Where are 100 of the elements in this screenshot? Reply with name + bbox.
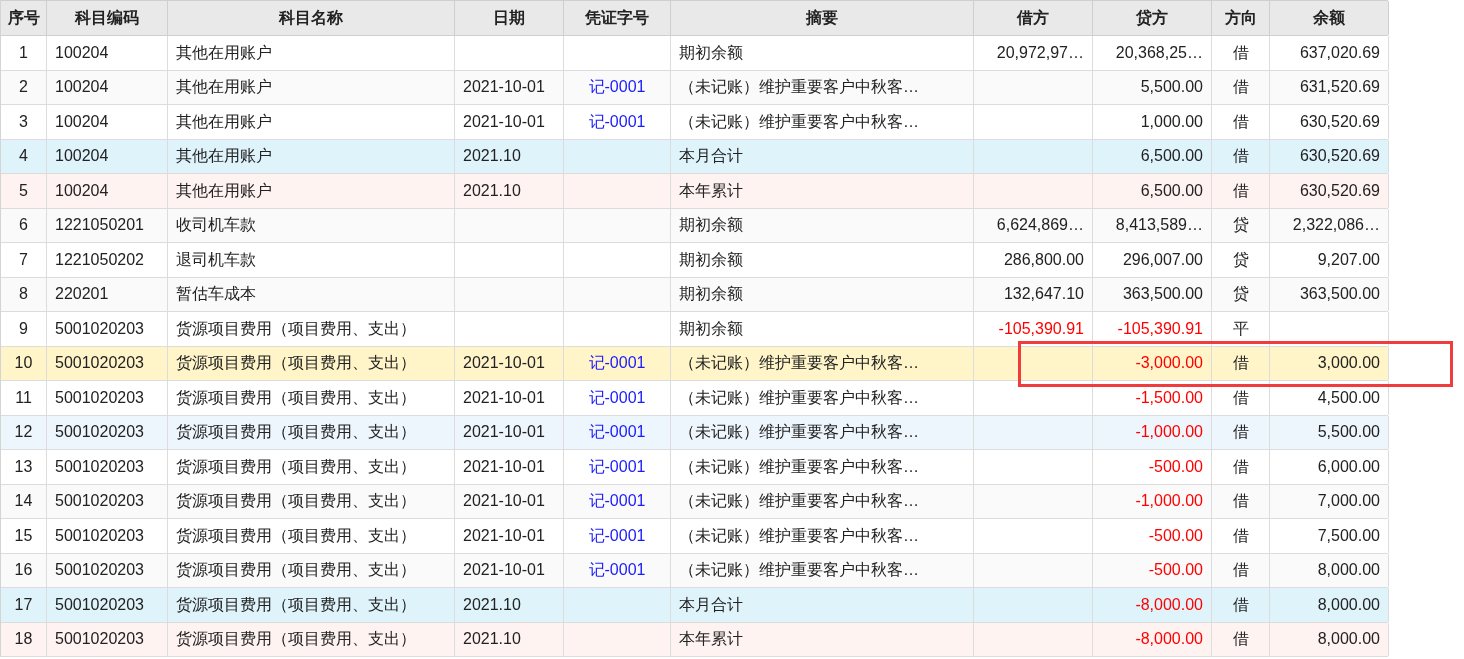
table-cell-text: -500.00 [1148,525,1203,546]
table-cell-text: 7 [19,249,28,270]
table-row[interactable]: 18 5001020203 货源项目费用（项目费用、支出） 2021.10 本年累计 -8,000.00 借 8,000.00 [1,622,1388,657]
voucher-link[interactable]: 记-0001 [588,558,646,583]
table-row[interactable]: 7 1221050202 退司机车款 期初余额 286,800.00 296,007.00 贷 9,207.00 [1,243,1388,278]
table-cell-text: （未记账）维护重要客户中秋客… [679,111,919,132]
table-cell-text: 暂估车成本 [176,284,256,305]
table-cell-text: 本年累计 [679,180,743,201]
column-header: 日期 [455,1,564,35]
table-cell-text: 货源项目费用（项目费用、支出） [176,525,416,546]
table-cell-text: 132,647.10 [1003,284,1084,305]
table-cell-text: 5,500.00 [1317,422,1380,443]
table-cell-text: 9,207.00 [1317,249,1380,270]
table-cell-text: 货源项目费用（项目费用、支出） [176,491,416,512]
voucher-link[interactable]: 记-0001 [588,454,646,479]
table-cell-text: 收司机车款 [176,215,256,236]
voucher-link[interactable]: 记-0001 [588,523,646,548]
table-row[interactable]: 3 100204 其他在用账户 2021-10-01 记-0001 （未记账）维护重要客户中秋客… 1,000.00 借 630,520.69 [1,105,1388,140]
column-header: 方向 [1212,1,1270,35]
table-row[interactable]: 12 5001020203 货源项目费用（项目费用、支出） 2021-10-01 记-0001 （未记账）维护重要客户中秋客… -1,000.00 借 5,500.00 [1,415,1388,450]
column-header: 摘要 [671,1,974,35]
table-cell-text: 贷 [1232,284,1249,305]
table-cell-text: 贷 [1232,215,1249,236]
table-cell-text: 退司机车款 [176,249,256,270]
table-cell-text: 借 [1232,594,1249,615]
table-cell-text: （未记账）维护重要客户中秋客… [679,560,919,581]
table-row[interactable]: 2 100204 其他在用账户 2021-10-01 记-0001 （未记账）维护重要客户中秋客… 5,500.00 借 631,520.69 [1,70,1388,105]
table-cell-text: 借 [1232,111,1249,132]
column-header: 科目编码 [47,1,168,35]
column-header: 凭证字号 [564,1,671,35]
voucher-link[interactable]: 记-0001 [588,420,646,445]
voucher-link[interactable]: 记-0001 [588,385,646,410]
table-cell-text: 2,322,086… [1292,215,1380,236]
table-cell-text: -1,000.00 [1135,491,1203,512]
table-row[interactable]: 15 5001020203 货源项目费用（项目费用、支出） 2021-10-01 记-0001 （未记账）维护重要客户中秋客… -500.00 借 7,500.00 [1,519,1388,554]
table-cell-text: 2021-10-01 [463,525,545,546]
table-cell-text: 5 [19,180,28,201]
table-row[interactable]: 4 100204 其他在用账户 2021.10 本月合计 6,500.00 借 630,520.69 [1,139,1388,174]
table-cell-text: 贷 [1232,249,1249,270]
table-cell-text: 16 [14,560,33,581]
voucher-link[interactable]: 记-0001 [588,351,646,376]
table-row[interactable]: 13 5001020203 货源项目费用（项目费用、支出） 2021-10-01 记-0001 （未记账）维护重要客户中秋客… -500.00 借 6,000.00 [1,450,1388,485]
table-cell-text: 借 [1232,422,1249,443]
table-cell-text: 630,520.69 [1299,180,1380,201]
table-cell-text: 2021-10-01 [463,560,545,581]
table-cell-text: -1,000.00 [1135,422,1203,443]
table-cell-text: 5001020203 [55,594,144,615]
table-row[interactable]: 5 100204 其他在用账户 2021.10 本年累计 6,500.00 借 630,520.69 [1,174,1388,209]
voucher-link[interactable]: 记-0001 [588,489,646,514]
table-row[interactable]: 8 220201 暂估车成本 期初余额 132,647.10 363,500.00 贷 363,500.00 [1,277,1388,312]
table-cell-text: 3,000.00 [1317,353,1380,374]
table-row[interactable]: 16 5001020203 货源项目费用（项目费用、支出） 2021-10-01 记-0001 （未记账）维护重要客户中秋客… -500.00 借 8,000.00 [1,553,1388,588]
table-cell-text: -500.00 [1148,560,1203,581]
table-cell-text: 631,520.69 [1299,77,1380,98]
table-cell-text: 7,000.00 [1317,491,1380,512]
table-cell-text: （未记账）维护重要客户中秋客… [679,353,919,374]
table-cell-text: 借 [1232,525,1249,546]
table-cell-text: 平 [1232,318,1249,339]
table-cell-text: 8,000.00 [1317,560,1380,581]
column-header: 序号 [1,1,47,35]
table-cell-text: 5001020203 [55,629,144,650]
table-cell-text: 本月合计 [679,594,743,615]
table-cell-text: 100204 [55,180,109,201]
voucher-link[interactable]: 记-0001 [588,75,646,100]
table-cell-text: 其他在用账户 [176,146,272,167]
table-cell-text: 14 [14,491,33,512]
table-cell-text: 2021-10-01 [463,387,545,408]
table-cell-text: 100204 [55,111,109,132]
table-cell-text: 5001020203 [55,422,144,443]
table-cell-text: -3,000.00 [1135,353,1203,374]
table-cell-text: 期初余额 [679,284,743,305]
table-row[interactable]: 9 5001020203 货源项目费用（项目费用、支出） 期初余额 -105,390.91 -105,390.91 平 [1,312,1388,347]
table-cell-text: 9 [19,318,28,339]
table-row[interactable]: 6 1221050201 收司机车款 期初余额 6,624,869… 8,413,589… 贷 2,322,086… [1,208,1388,243]
table-cell-text: 15 [14,525,33,546]
table-row[interactable]: 1 100204 其他在用账户 期初余额 20,972,97… 20,368,25… 借 637,020.69 [1,36,1388,71]
table-cell-text: （未记账）维护重要客户中秋客… [679,77,919,98]
table-cell-text: 17 [14,594,33,615]
table-cell-text: 借 [1232,180,1249,201]
table-cell-text: 货源项目费用（项目费用、支出） [176,629,416,650]
voucher-link[interactable]: 记-0001 [588,109,646,134]
table-cell-text: 其他在用账户 [176,42,272,63]
table-cell-text: 借 [1232,456,1249,477]
table-row[interactable]: 17 5001020203 货源项目费用（项目费用、支出） 2021.10 本月合计 -8,000.00 借 8,000.00 [1,588,1388,623]
table-row[interactable]: 14 5001020203 货源项目费用（项目费用、支出） 2021-10-01 记-0001 （未记账）维护重要客户中秋客… -1,000.00 借 7,000.00 [1,484,1388,519]
table-cell-text: 借 [1232,353,1249,374]
table-cell-text: 5001020203 [55,491,144,512]
table-cell-text: 6,000.00 [1317,456,1380,477]
table-cell-text: 363,500.00 [1299,284,1380,305]
table-cell-text: 5001020203 [55,560,144,581]
table-row[interactable]: 10 5001020203 货源项目费用（项目费用、支出） 2021-10-01 记-0001 （未记账）维护重要客户中秋客… -3,000.00 借 3,000.00 [1,346,1388,381]
table-cell-text: 8 [19,284,28,305]
table-cell-text: 12 [14,422,33,443]
table-cell-text: 5001020203 [55,456,144,477]
table-row[interactable]: 11 5001020203 货源项目费用（项目费用、支出） 2021-10-01 记-0001 （未记账）维护重要客户中秋客… -1,500.00 借 4,500.00 [1,381,1388,416]
table-cell-text: 10 [14,353,33,374]
table-cell-text: 本月合计 [679,146,743,167]
table-cell-text: 6,624,869… [996,215,1084,236]
table-cell-text: 货源项目费用（项目费用、支出） [176,422,416,443]
table-cell-text: 1221050202 [55,249,144,270]
